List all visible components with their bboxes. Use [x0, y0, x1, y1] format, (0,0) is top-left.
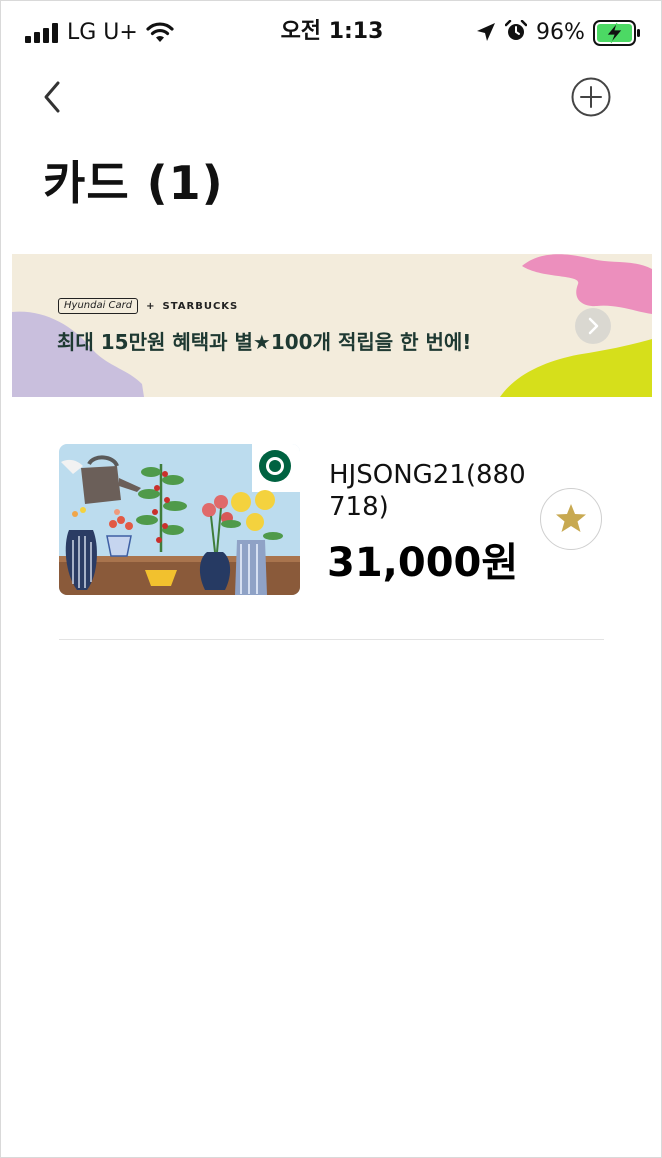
plus-circle-icon[interactable] — [569, 75, 613, 119]
page-title: 카드 (1) — [43, 156, 224, 210]
app-frame: LG U+ 오전 1:13 96% 카드 (1) Hyundai Card + … — [0, 0, 662, 1158]
banner-text: 최대 15만원 혜택과 별★100개 적립을 한 번에! — [57, 330, 472, 354]
favorite-button[interactable] — [540, 488, 602, 550]
card-image — [59, 444, 300, 595]
card-name: HJSONG21(880718) — [329, 460, 526, 522]
banner-decoration — [12, 254, 652, 397]
brand-plus: + — [146, 300, 155, 312]
banner-brands: Hyundai Card + STARBUCKS — [58, 297, 238, 315]
hyundai-card-logo: Hyundai Card — [58, 298, 139, 314]
location-icon — [477, 23, 495, 41]
battery-percent: 96% — [536, 20, 585, 45]
alarm-icon — [505, 20, 527, 40]
card-art — [59, 444, 300, 595]
chevron-right-icon — [588, 317, 599, 335]
battery-charging-icon — [593, 20, 640, 46]
card-balance: 31,000원 — [327, 540, 519, 586]
promo-banner[interactable]: Hyundai Card + STARBUCKS 최대 15만원 혜택과 별★1… — [12, 254, 652, 397]
chevron-left-icon[interactable] — [37, 75, 69, 119]
star-icon — [556, 504, 586, 532]
status-bar: LG U+ 오전 1:13 96% — [1, 1, 662, 65]
banner-next-button[interactable] — [575, 308, 611, 344]
card-list-item[interactable]: HJSONG21(880718) 31,000원 — [59, 441, 604, 640]
starbucks-wordmark: STARBUCKS — [162, 300, 239, 312]
